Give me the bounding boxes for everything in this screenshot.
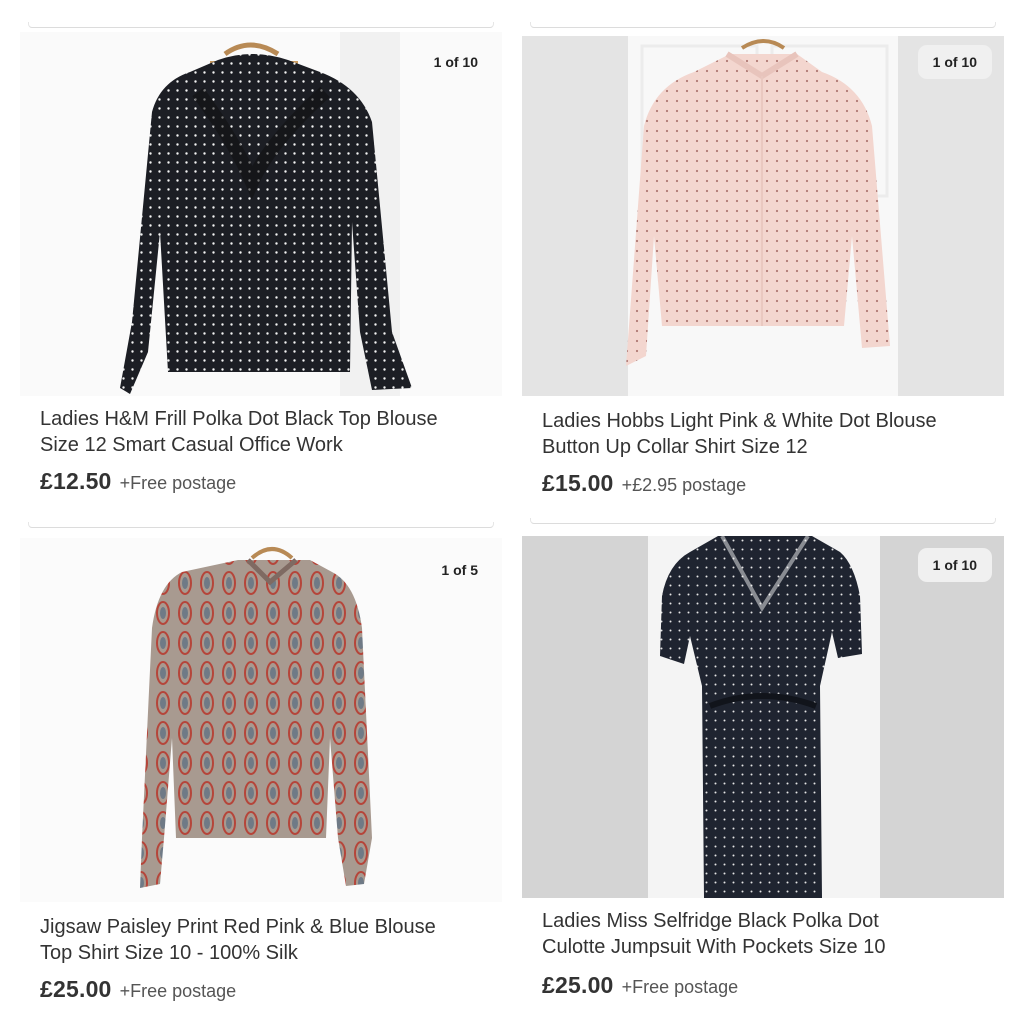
listing-photo[interactable] — [522, 36, 1004, 396]
price-row: £12.50 +Free postage — [40, 468, 236, 495]
listing-title-line: Ladies Miss Selfridge Black Polka Dot — [542, 910, 879, 932]
listing-photo[interactable] — [20, 32, 502, 396]
postage-info: +Free postage — [621, 977, 739, 997]
card-separator — [28, 22, 494, 28]
listing-photo[interactable] — [522, 536, 1004, 898]
listing-title-line: Ladies Hobbs Light Pink & White Dot Blou… — [542, 410, 937, 432]
postage-info: +Free postage — [119, 981, 237, 1001]
postage-info: +£2.95 postage — [621, 475, 747, 495]
listing-title[interactable]: Jigsaw Paisley Print Red Pink & Blue Blo… — [40, 914, 436, 966]
listing-photo[interactable] — [20, 538, 502, 902]
listing-title-line: Jigsaw Paisley Print Red Pink & Blue Blo… — [40, 916, 436, 938]
card-separator — [530, 518, 996, 524]
price-row: £25.00 +Free postage — [542, 972, 738, 999]
listing-title[interactable]: Ladies Hobbs Light Pink & White Dot Blou… — [542, 408, 937, 460]
price-row: £25.00 +Free postage — [40, 976, 236, 1003]
listing-card[interactable]: 1 of 10 Ladies Hobbs Light Pink & White … — [522, 22, 1004, 514]
listing-title-line: Button Up Collar Shirt Size 12 — [542, 436, 808, 458]
listing-title-line: Ladies H&M Frill Polka Dot Black Top Blo… — [40, 408, 438, 430]
price-row: £15.00 +£2.95 postage — [542, 470, 746, 497]
postage-info: +Free postage — [119, 473, 237, 493]
listing-card[interactable]: 1 of 5 Jigsaw Paisley Print Red Pink & B… — [20, 522, 502, 1014]
listing-title-line: Culotte Jumpsuit With Pockets Size 10 — [542, 936, 886, 958]
listing-title[interactable]: Ladies Miss Selfridge Black Polka Dot Cu… — [542, 908, 885, 960]
card-separator — [28, 522, 494, 528]
listing-price: £15.00 — [542, 470, 614, 496]
listing-price: £12.50 — [40, 468, 112, 494]
listing-card[interactable]: 1 of 10 Ladies Miss Selfridge Black Polk… — [522, 518, 1004, 1014]
listing-price: £25.00 — [542, 972, 614, 998]
image-counter-badge: 1 of 5 — [441, 562, 478, 578]
listing-title[interactable]: Ladies H&M Frill Polka Dot Black Top Blo… — [40, 406, 438, 458]
image-counter-badge: 1 of 10 — [917, 45, 992, 79]
card-separator — [530, 22, 996, 28]
listing-card[interactable]: 1 of 10 Ladies H&M Frill Polka Dot Black… — [20, 22, 502, 514]
image-counter-badge: 1 of 10 — [433, 54, 478, 70]
listing-price: £25.00 — [40, 976, 112, 1002]
image-counter-badge: 1 of 10 — [917, 548, 992, 582]
listing-title-line: Top Shirt Size 10 - 100% Silk — [40, 942, 298, 964]
listing-title-line: Size 12 Smart Casual Office Work — [40, 434, 343, 456]
